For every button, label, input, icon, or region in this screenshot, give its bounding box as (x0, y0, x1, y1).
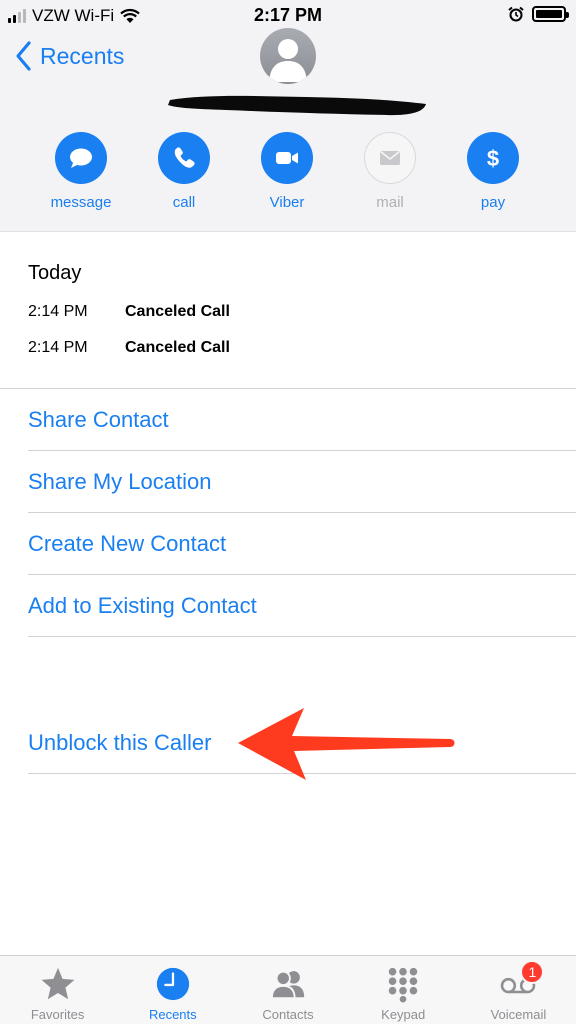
chevron-left-icon (16, 41, 31, 71)
viber-label: Viber (269, 194, 305, 211)
mail-label: mail (376, 194, 404, 211)
message-action-button[interactable]: message (31, 132, 131, 211)
redacted-contact-name (168, 95, 426, 116)
call-history-row: 2:14 PM Canceled Call (28, 339, 548, 357)
contacts-icon (270, 970, 305, 1000)
back-label: Recents (40, 42, 125, 69)
tab-label: Recents (148, 1007, 197, 1022)
tab-label: Contacts (262, 1007, 314, 1022)
message-label: message (50, 194, 112, 211)
call-history: Today 2:14 PM Canceled Call 2:14 PM Canc… (28, 262, 548, 357)
pay-action-button[interactable]: $ pay (443, 132, 543, 211)
add-existing-contact-button[interactable]: Add to Existing Contact (28, 575, 576, 637)
status-bar: VZW Wi-Fi 2:17 PM (0, 0, 576, 30)
voicemail-badge: 1 (520, 960, 545, 984)
alarm-icon (508, 6, 524, 22)
keypad-icon (388, 967, 418, 1003)
svg-text:$: $ (487, 146, 499, 171)
tab-favorites[interactable]: Favorites (0, 956, 115, 1024)
avatar (260, 28, 316, 84)
dollar-icon: $ (487, 146, 499, 171)
video-icon (276, 152, 298, 164)
status-right (508, 6, 569, 22)
share-contact-button[interactable]: Share Contact (28, 389, 576, 451)
mail-action-button[interactable]: mail (340, 132, 440, 211)
star-icon (41, 967, 75, 1000)
tab-keypad[interactable]: Keypad (346, 956, 461, 1024)
mail-icon (380, 150, 400, 165)
call-history-row: 2:14 PM Canceled Call (28, 303, 548, 321)
tab-bar: Favorites Recents Contacts Keypad 1 Voic… (0, 955, 576, 1024)
call-time: 2:14 PM (28, 303, 88, 320)
history-date-heading: Today (28, 262, 82, 284)
person-silhouette-icon (269, 39, 307, 82)
call-status: Canceled Call (125, 339, 230, 356)
status-time: 2:17 PM (253, 5, 323, 25)
message-icon (70, 148, 92, 168)
battery-icon (532, 6, 569, 22)
tab-voicemail[interactable]: 1 Voicemail (461, 956, 576, 1024)
phone-icon (174, 147, 195, 168)
call-action-button[interactable]: call (134, 132, 234, 211)
back-button[interactable]: Recents (14, 40, 124, 72)
clock-icon (156, 967, 189, 1001)
share-location-button[interactable]: Share My Location (28, 451, 576, 513)
tab-label: Favorites (30, 1007, 85, 1022)
tab-contacts[interactable]: Contacts (230, 956, 345, 1024)
create-contact-button[interactable]: Create New Contact (28, 513, 576, 575)
call-label: call (172, 194, 196, 211)
pay-label: pay (480, 194, 506, 211)
red-arrow-annotation (238, 708, 455, 780)
contact-header: VZW Wi-Fi 2:17 PM Recents message call V… (0, 0, 576, 232)
call-time: 2:14 PM (28, 339, 88, 356)
contact-actions: message call Viber mail $ pay (0, 132, 576, 222)
tab-label: Keypad (381, 1007, 426, 1022)
tab-label: Voicemail (490, 1007, 547, 1022)
viber-action-button[interactable]: Viber (237, 132, 337, 211)
call-status: Canceled Call (125, 303, 230, 320)
tab-recents[interactable]: Recents (115, 956, 230, 1024)
